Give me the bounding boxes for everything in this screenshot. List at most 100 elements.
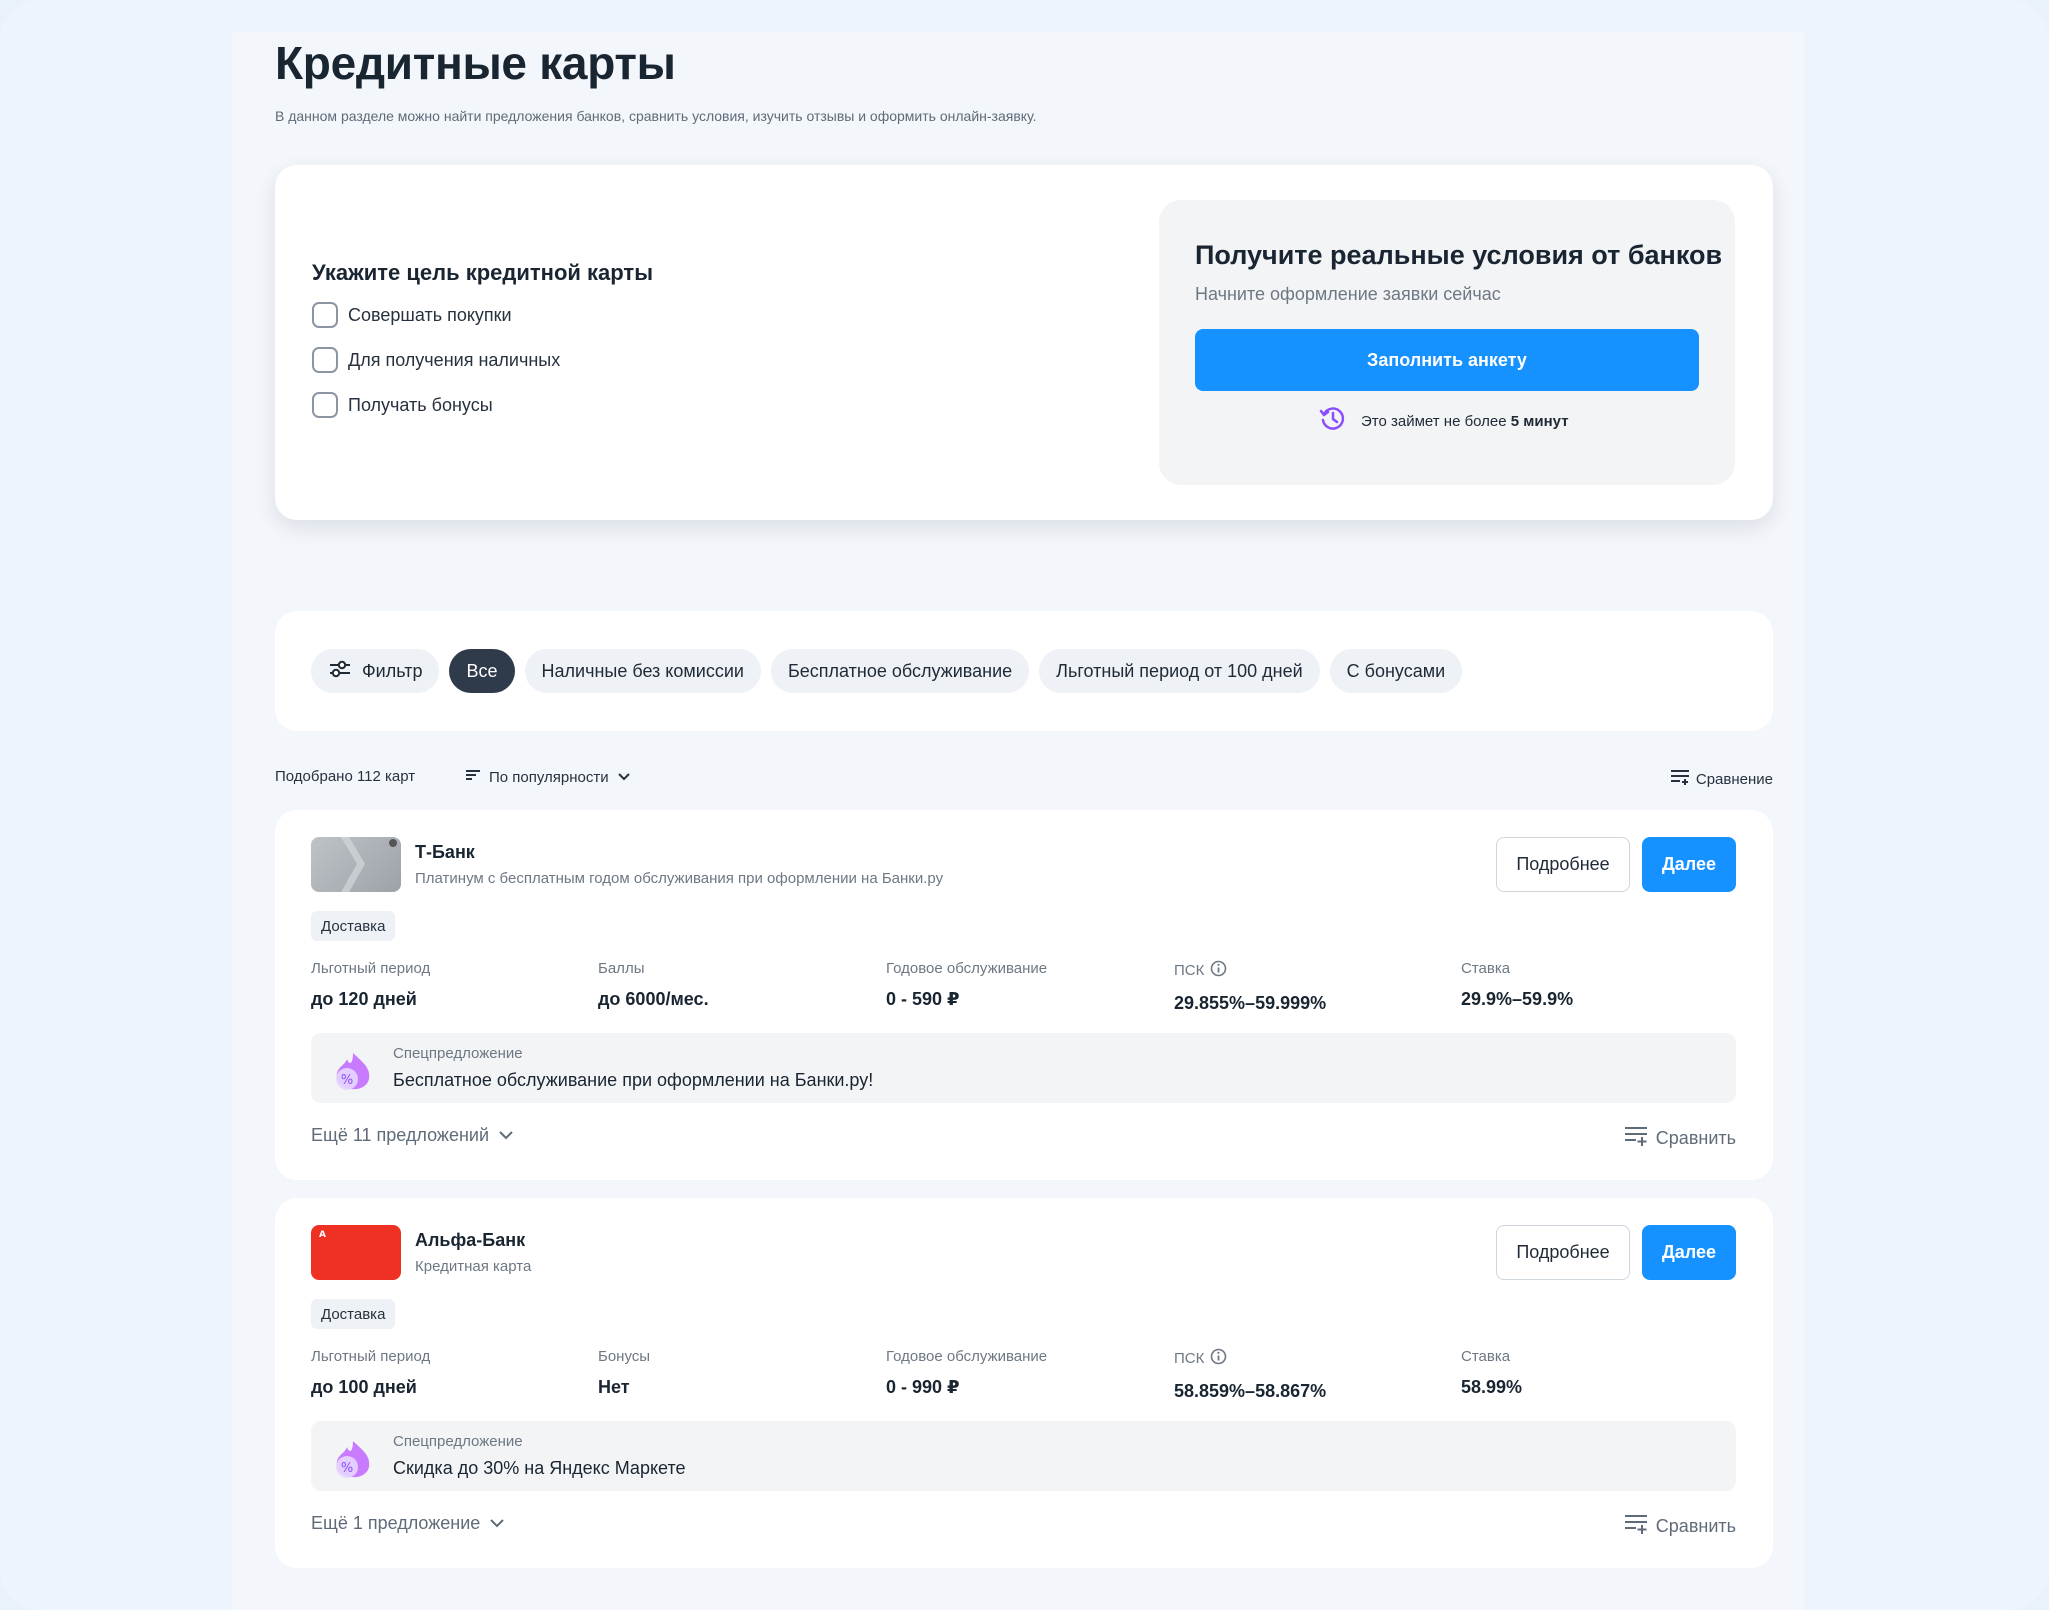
goal-title: Укажите цель кредитной карты <box>312 260 653 285</box>
stat-label: ПСК <box>1174 960 1326 981</box>
clock-icon <box>1319 405 1347 437</box>
found-count: Подобрано 112 карт <box>275 768 416 785</box>
svg-text:A: A <box>319 1230 326 1240</box>
svg-text:%: % <box>341 1461 353 1476</box>
filter-panel: Фильтр Все Наличные без комиссии Бесплат… <box>275 611 1773 731</box>
stat-value: 0 - 590 ₽ <box>886 989 960 1009</box>
stat-label: Льготный период <box>311 960 431 977</box>
filter-button[interactable]: Фильтр <box>311 649 440 693</box>
stat-label: ПСК <box>1174 1348 1326 1369</box>
checkbox[interactable] <box>312 347 338 373</box>
details-button[interactable]: Подробнее <box>1496 837 1630 892</box>
stat-rate: Ставка 29.9%–59.9% <box>1461 960 1573 1010</box>
stat-points: Баллы до 6000/мес. <box>598 960 709 1010</box>
chip-grace-100[interactable]: Льготный период от 100 дней <box>1039 649 1320 693</box>
chip-free-service[interactable]: Бесплатное обслуживание <box>770 649 1030 693</box>
cta-note: Это займет не более 5 минут <box>1319 405 1569 437</box>
next-button[interactable]: Далее <box>1642 1225 1736 1280</box>
chevron-down-icon <box>497 1125 515 1146</box>
cta-note-text: Это займет не более <box>1361 412 1507 430</box>
more-offers-toggle[interactable]: Ещё 11 предложений <box>311 1125 515 1146</box>
goal-option-label: Получать бонусы <box>348 394 493 415</box>
stat-value: 29.9%–59.9% <box>1461 989 1574 1009</box>
checkbox[interactable] <box>312 392 338 418</box>
stat-annual-fee: Годовое обслуживание 0 - 590 ₽ <box>886 960 1047 1010</box>
stat-label: Льготный период <box>311 1348 431 1365</box>
stat-label-text: ПСК <box>1174 962 1205 979</box>
card-image: A <box>311 1225 401 1280</box>
compare-list-icon <box>1624 1513 1648 1540</box>
page-subtitle: В данном разделе можно найти предложения… <box>275 108 1037 124</box>
bank-desc: Платинум с бесплатным годом обслуживания… <box>415 870 944 887</box>
details-button[interactable]: Подробнее <box>1496 1225 1630 1280</box>
filter-chips: Фильтр Все Наличные без комиссии Бесплат… <box>311 649 1463 693</box>
info-icon[interactable] <box>1210 1348 1227 1369</box>
offer-card: A Альфа-Банк Кредитная карта Подробнее Д… <box>275 1198 1773 1568</box>
stat-psk: ПСК 29.855%–59.999% <box>1174 960 1326 1014</box>
goal-option-purchases[interactable]: Совершать покупки <box>312 302 512 328</box>
info-icon[interactable] <box>1210 960 1227 981</box>
special-label: Спецпредложение <box>393 1433 523 1450</box>
page: Кредитные карты В данном разделе можно н… <box>0 0 2049 1610</box>
stat-value: 29.855%–59.999% <box>1174 993 1327 1013</box>
stat-grace-period: Льготный период до 120 дней <box>311 960 430 1010</box>
compare-label: Сравнение <box>1695 770 1773 788</box>
compare-list-icon <box>1670 768 1690 790</box>
bank-desc: Кредитная карта <box>415 1258 532 1275</box>
stat-label: Бонусы <box>598 1348 651 1365</box>
stat-label: Годовое обслуживание <box>886 1348 1048 1365</box>
more-offers-toggle[interactable]: Ещё 1 предложение <box>311 1513 506 1534</box>
stat-value: до 120 дней <box>311 989 417 1009</box>
stat-bonuses: Бонусы Нет <box>598 1348 650 1398</box>
stat-value: до 100 дней <box>311 1377 417 1397</box>
cta-box: Получите реальные условия от банков Начн… <box>1159 200 1735 485</box>
sliders-icon <box>328 659 352 684</box>
compare-link-top[interactable]: Сравнение <box>1670 768 1773 790</box>
next-button[interactable]: Далее <box>1642 837 1736 892</box>
checkbox[interactable] <box>312 302 338 328</box>
chevron-down-icon <box>617 769 631 786</box>
stat-value: 0 - 990 ₽ <box>886 1377 960 1397</box>
delivery-tag: Доставка <box>311 911 396 941</box>
goal-panel: Укажите цель кредитной карты Совершать п… <box>275 165 1773 520</box>
stat-value: Нет <box>598 1377 630 1397</box>
bank-name: Т-Банк <box>415 842 475 862</box>
compare-button[interactable]: Сравнить <box>1624 1125 1736 1152</box>
sort-dropdown[interactable]: По популярности <box>465 768 631 786</box>
stat-value: 58.859%–58.867% <box>1174 1381 1327 1401</box>
svg-text:%: % <box>341 1073 353 1088</box>
goal-option-cash[interactable]: Для получения наличных <box>312 347 560 373</box>
filter-label: Фильтр <box>362 660 423 681</box>
more-offers-label: Ещё 1 предложение <box>311 1513 481 1533</box>
special-text: Бесплатное обслуживание при оформлении н… <box>393 1070 874 1090</box>
stat-value: до 6000/мес. <box>598 989 709 1009</box>
special-offer: % Спецпредложение Бесплатное обслуживани… <box>311 1033 1736 1103</box>
sort-label: По популярности <box>489 768 609 786</box>
chip-bonuses[interactable]: С бонусами <box>1329 649 1463 693</box>
stat-label: Годовое обслуживание <box>886 960 1048 977</box>
cta-title: Получите реальные условия от банков <box>1195 240 1723 270</box>
delivery-tag: Доставка <box>311 1299 396 1329</box>
goal-option-label: Для получения наличных <box>348 349 561 370</box>
cta-note-bold: 5 минут <box>1510 412 1569 430</box>
stat-psk: ПСК 58.859%–58.867% <box>1174 1348 1326 1402</box>
cta-subtitle: Начните оформление заявки сейчас <box>1195 284 1501 304</box>
stat-label: Ставка <box>1461 960 1511 977</box>
stat-label: Баллы <box>598 960 645 977</box>
special-offer: % Спецпредложение Скидка до 30% на Яндек… <box>311 1421 1736 1491</box>
fill-form-button[interactable]: Заполнить анкету <box>1195 329 1699 391</box>
stat-annual-fee: Годовое обслуживание 0 - 990 ₽ <box>886 1348 1047 1398</box>
goal-option-bonuses[interactable]: Получать бонусы <box>312 392 493 418</box>
bank-name: Альфа-Банк <box>415 1230 526 1250</box>
more-offers-label: Ещё 11 предложений <box>311 1125 490 1145</box>
page-title: Кредитные карты <box>275 37 676 89</box>
goal-option-label: Совершать покупки <box>348 304 512 325</box>
compare-list-icon <box>1624 1125 1648 1152</box>
chip-all[interactable]: Все <box>449 649 515 693</box>
sort-icon <box>465 768 481 786</box>
chip-cash-no-fee[interactable]: Наличные без комиссии <box>524 649 761 693</box>
card-image <box>311 837 401 892</box>
chevron-down-icon <box>488 1513 506 1534</box>
compare-button[interactable]: Сравнить <box>1624 1513 1736 1540</box>
compare-label: Сравнить <box>1655 1128 1736 1148</box>
